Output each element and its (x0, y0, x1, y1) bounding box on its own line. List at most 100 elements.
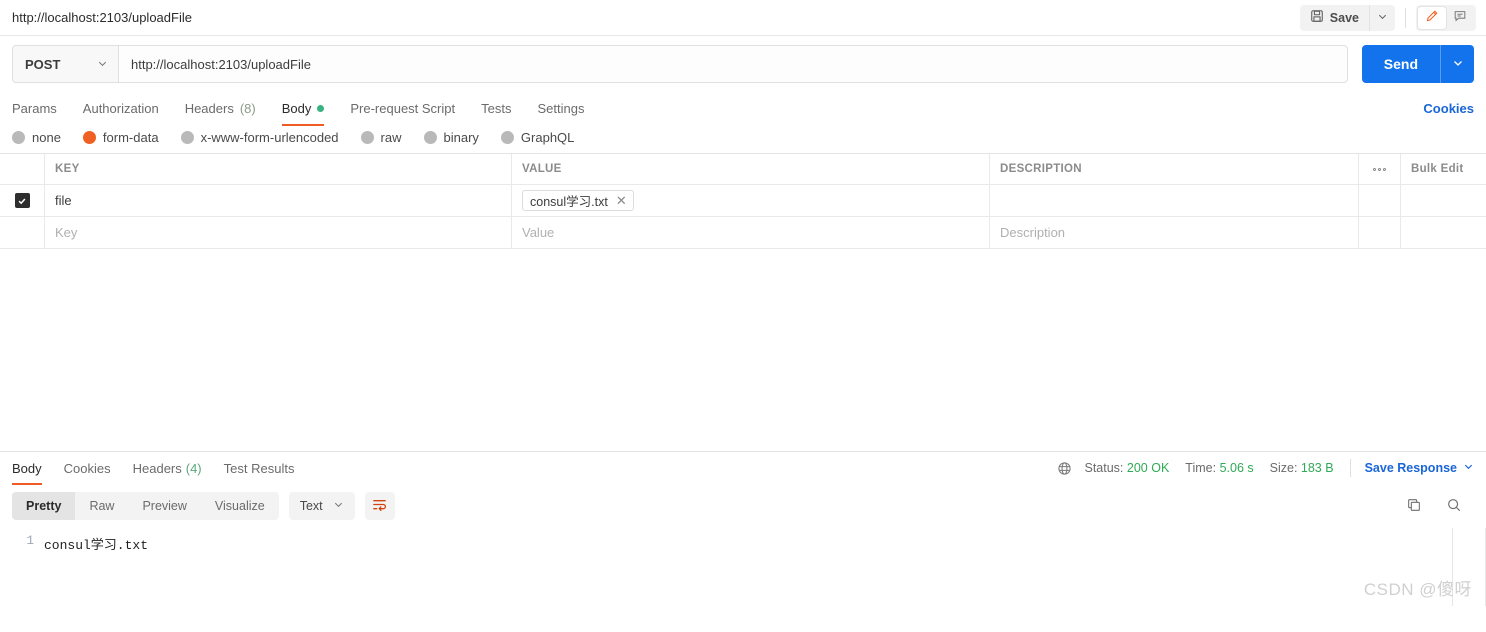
empty-row-description-input[interactable]: Description (989, 217, 1358, 249)
tab-pre-request-script-label: Pre-request Script (350, 100, 456, 116)
ellipsis-icon (1373, 167, 1386, 171)
globe-icon (1057, 461, 1072, 476)
tab-body[interactable]: Body (281, 92, 325, 126)
response-format-select[interactable]: Text (288, 492, 355, 520)
code-line: 1 consul学习.txt (0, 534, 1486, 553)
body-type-x-www-form-urlencoded[interactable]: x-www-form-urlencoded (180, 130, 339, 145)
chevron-down-icon (333, 499, 344, 513)
response-view-switcher: Pretty Raw Preview Visualize (12, 492, 279, 520)
size-label: Size: (1269, 461, 1298, 475)
file-chip-name: consul学习.txt (530, 195, 608, 209)
body-type-binary[interactable]: binary (423, 130, 479, 145)
table-options-button[interactable] (1358, 154, 1400, 185)
body-type-form-data[interactable]: form-data (82, 130, 159, 145)
body-type-form-data-label: form-data (102, 130, 159, 145)
meta-divider (1349, 459, 1351, 477)
http-method-select[interactable]: POST (12, 45, 118, 83)
body-type-graphql-label: GraphQL (520, 130, 575, 145)
status-badge: Status: 200 OK (1084, 461, 1169, 475)
row-description-input[interactable] (989, 185, 1358, 217)
body-modified-dot-icon (317, 104, 325, 112)
radio-icon (500, 131, 514, 144)
view-visualize-button[interactable]: Visualize (201, 492, 279, 520)
request-body-empty-area (0, 249, 1486, 451)
empty-row-value-placeholder: Value (522, 225, 555, 240)
view-mode-group (1416, 4, 1476, 31)
comment-icon (1453, 9, 1467, 26)
size-badge: Size: 183 B (1270, 461, 1334, 475)
response-tab-cookies-label: Cookies (63, 460, 111, 476)
copy-icon[interactable] (1406, 497, 1422, 516)
view-preview-button[interactable]: Preview (128, 492, 200, 520)
word-wrap-icon (371, 496, 388, 516)
view-pretty-button[interactable]: Pretty (12, 492, 76, 520)
line-content: consul学习.txt (44, 538, 149, 553)
save-response-button[interactable]: Save Response (1365, 461, 1474, 475)
body-type-radio-group: none form-data x-www-form-urlencoded raw… (0, 124, 1486, 153)
response-tab-headers-label: Headers (132, 460, 182, 476)
empty-row-key-placeholder: Key (55, 225, 78, 240)
body-type-none[interactable]: none (12, 130, 61, 145)
tab-headers[interactable]: Headers (8) (185, 92, 256, 124)
tab-params-label: Params (12, 100, 57, 116)
send-button[interactable]: Send (1362, 45, 1440, 83)
header-key: KEY (44, 154, 511, 185)
status-value: 200 OK (1126, 461, 1170, 475)
tab-tests[interactable]: Tests (481, 92, 511, 124)
chevron-down-icon (97, 57, 108, 72)
bulk-edit-button[interactable]: Bulk Edit (1400, 154, 1486, 185)
radio-icon (180, 131, 194, 144)
tab-params[interactable]: Params (12, 92, 57, 124)
tab-pre-request-script[interactable]: Pre-request Script (350, 92, 455, 124)
toolbar-divider (1405, 7, 1406, 28)
header-value: VALUE (511, 154, 989, 185)
body-type-binary-label: binary (443, 130, 479, 145)
edit-mode-button[interactable] (1418, 6, 1446, 29)
radio-selected-icon (82, 131, 96, 144)
save-button[interactable]: Save (1300, 5, 1369, 31)
empty-row-description-placeholder: Description (1000, 225, 1066, 240)
tab-authorization[interactable]: Authorization (83, 92, 159, 124)
body-type-graphql[interactable]: GraphQL (500, 130, 575, 145)
empty-row-value-input[interactable]: Value (511, 217, 989, 249)
cookies-link[interactable]: Cookies (1423, 101, 1474, 116)
pencil-icon (1425, 9, 1439, 26)
word-wrap-toggle[interactable] (364, 492, 395, 520)
time-value: 5.06 s (1219, 461, 1254, 475)
send-button-group: Send (1361, 45, 1474, 83)
tab-tests-label: Tests (481, 100, 512, 116)
response-tab-test-results[interactable]: Test Results (224, 452, 295, 485)
row-enabled-checkbox[interactable] (14, 193, 30, 208)
header-description: DESCRIPTION (989, 154, 1358, 185)
comment-button[interactable] (1446, 7, 1474, 29)
empty-row-bulk-cell (1400, 217, 1486, 249)
row-value-cell[interactable]: consul学习.txt ✕ (511, 185, 989, 217)
size-value: 183 B (1300, 461, 1334, 475)
tab-settings[interactable]: Settings (537, 92, 584, 124)
table-row: file consul学习.txt ✕ (0, 185, 1486, 217)
response-body-code: 1 consul学习.txt CSDN @傻呀 (0, 528, 1486, 606)
radio-icon (360, 131, 374, 144)
row-key-input[interactable]: file (44, 185, 511, 217)
response-tab-cookies[interactable]: Cookies (64, 452, 111, 485)
send-dropdown-button[interactable] (1440, 45, 1474, 83)
response-tab-test-results-label: Test Results (223, 460, 295, 476)
http-method-value: POST (25, 56, 61, 72)
save-dropdown-button[interactable] (1369, 4, 1395, 31)
response-tab-headers-count: (4) (185, 460, 202, 476)
line-number: 1 (26, 534, 34, 548)
row-options-cell (1358, 185, 1400, 217)
request-url-input[interactable] (118, 45, 1348, 83)
response-tab-headers[interactable]: Headers (4) (133, 452, 202, 485)
response-tab-body[interactable]: Body (12, 452, 42, 485)
search-icon[interactable] (1446, 497, 1462, 516)
floppy-disk-icon (1310, 9, 1324, 26)
form-data-table: KEY VALUE DESCRIPTION Bulk Edit file con… (0, 153, 1486, 249)
empty-row-key-input[interactable]: Key (44, 217, 511, 249)
time-badge: Time: 5.06 s (1185, 461, 1253, 475)
close-icon[interactable]: ✕ (616, 194, 627, 207)
top-bar: http://localhost:2103/uploadFile Save (0, 0, 1486, 36)
view-raw-button[interactable]: Raw (75, 492, 128, 520)
body-type-raw[interactable]: raw (360, 130, 402, 145)
row-key-value: file (55, 193, 72, 208)
